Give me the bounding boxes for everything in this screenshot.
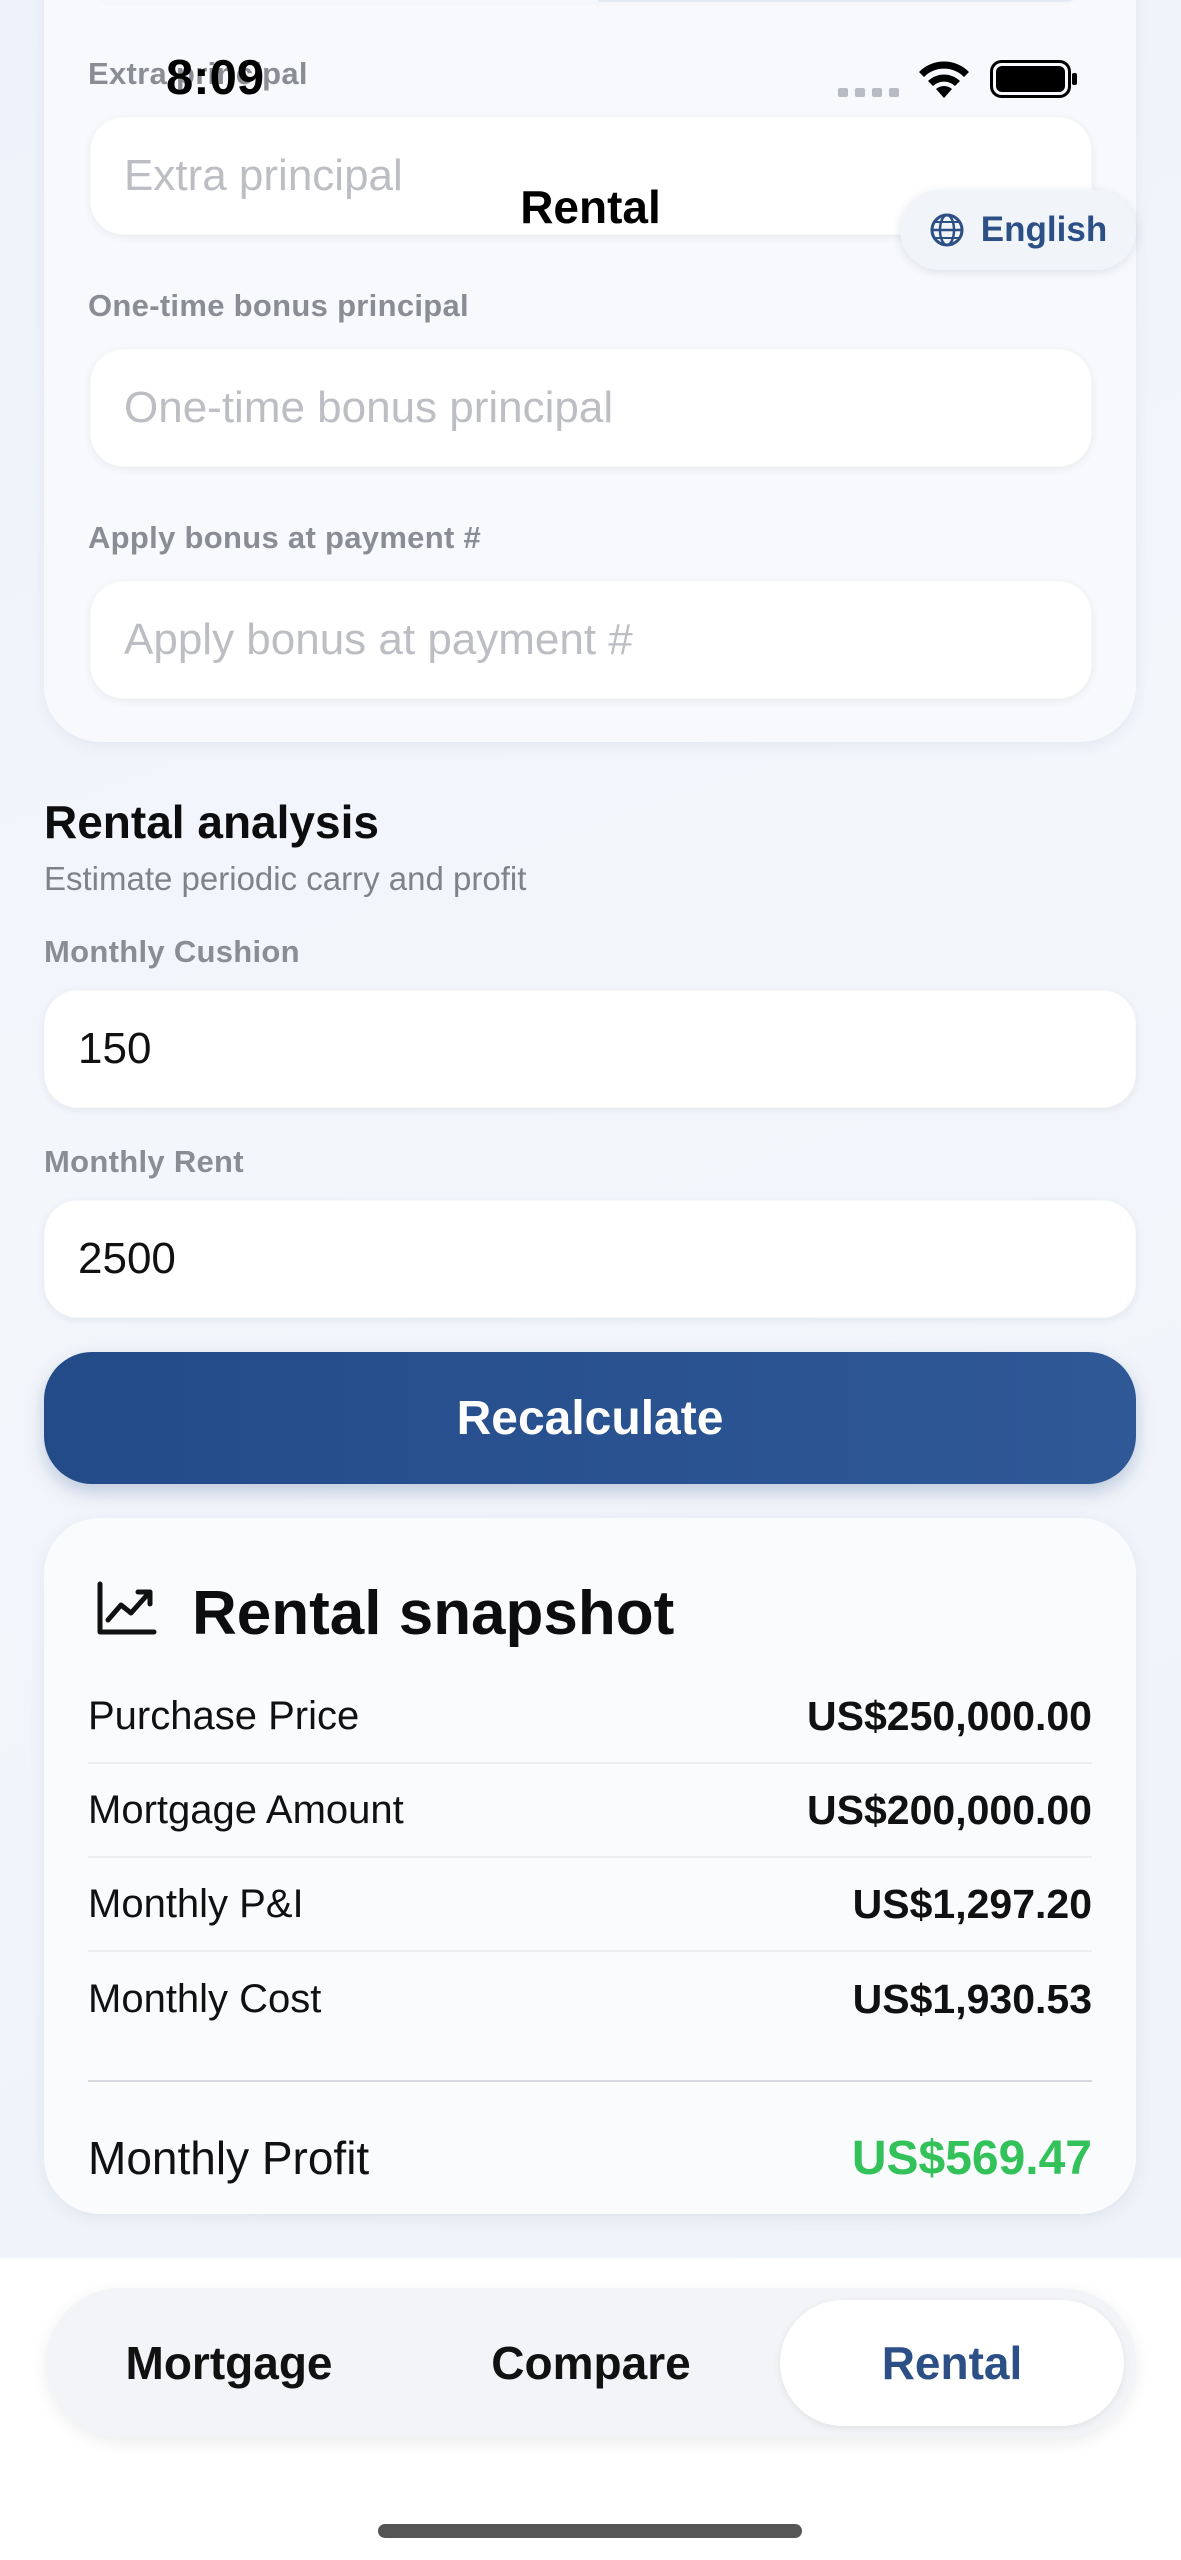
monthly-rent-input[interactable] <box>78 1234 1136 1284</box>
rental-analysis-subtitle: Estimate periodic carry and profit <box>44 860 527 897</box>
battery-icon <box>990 60 1077 98</box>
tab-rental[interactable]: Rental <box>780 2300 1124 2426</box>
bonus-payment-label: Apply bonus at payment # <box>88 520 482 555</box>
snapshot-row-value: US$1,297.20 <box>852 1880 1092 1927</box>
snapshot-row-value: US$250,000.00 <box>807 1692 1092 1739</box>
snapshot-row-label: Monthly P&I <box>88 1881 304 1926</box>
monthly-cushion-field[interactable] <box>44 990 1136 1108</box>
snapshot-row-label: Purchase Price <box>88 1693 360 1738</box>
rental-snapshot-card: Rental snapshot Purchase Price US$250,00… <box>44 1518 1136 2214</box>
language-button[interactable]: English <box>900 190 1136 270</box>
monthly-cushion-input[interactable] <box>78 1024 1136 1074</box>
snapshot-row: Monthly P&I US$1,297.20 <box>88 1858 1092 1952</box>
status-time: 8:09 <box>166 51 265 105</box>
monthly-rent-field[interactable] <box>44 1200 1136 1318</box>
bonus-payment-input[interactable] <box>124 615 1092 665</box>
bonus-principal-field[interactable] <box>90 349 1092 467</box>
chart-line-icon <box>97 1581 157 1635</box>
monthly-rent-label: Monthly Rent <box>44 1144 244 1179</box>
snapshot-row: Purchase Price US$250,000.00 <box>88 1670 1092 1764</box>
monthly-cushion-label: Monthly Cushion <box>44 934 300 969</box>
language-label: English <box>980 210 1108 249</box>
monthly-profit-row: Monthly Profit US$569.47 <box>88 2118 1092 2198</box>
tab-compare[interactable]: Compare <box>436 2300 746 2426</box>
snapshot-row-value: US$1,930.53 <box>852 1975 1092 2022</box>
snapshot-row-label: Mortgage Amount <box>88 1787 404 1832</box>
bonus-principal-input[interactable] <box>124 383 1092 433</box>
snapshot-row: Mortgage Amount US$200,000.00 <box>88 1764 1092 1858</box>
snapshot-row: Monthly Cost US$1,930.53 <box>88 1952 1092 2046</box>
monthly-profit-value: US$569.47 <box>851 2131 1092 2185</box>
tab-mortgage[interactable]: Mortgage <box>74 2300 384 2426</box>
snapshot-divider <box>88 2080 1092 2082</box>
monthly-profit-label: Monthly Profit <box>88 2132 370 2184</box>
bonus-payment-field[interactable] <box>90 581 1092 699</box>
snapshot-row-value: US$200,000.00 <box>807 1786 1092 1833</box>
recalculate-button[interactable]: Recalculate <box>44 1352 1136 1484</box>
rental-analysis-title: Rental analysis <box>44 796 379 848</box>
snapshot-title: Rental snapshot <box>192 1579 675 1648</box>
globe-icon <box>930 213 964 247</box>
cellular-signal-icon <box>838 88 899 97</box>
home-indicator[interactable] <box>378 2524 802 2538</box>
snapshot-row-label: Monthly Cost <box>88 1976 322 2021</box>
bonus-principal-label: One-time bonus principal <box>88 288 469 323</box>
wifi-icon <box>919 61 969 98</box>
